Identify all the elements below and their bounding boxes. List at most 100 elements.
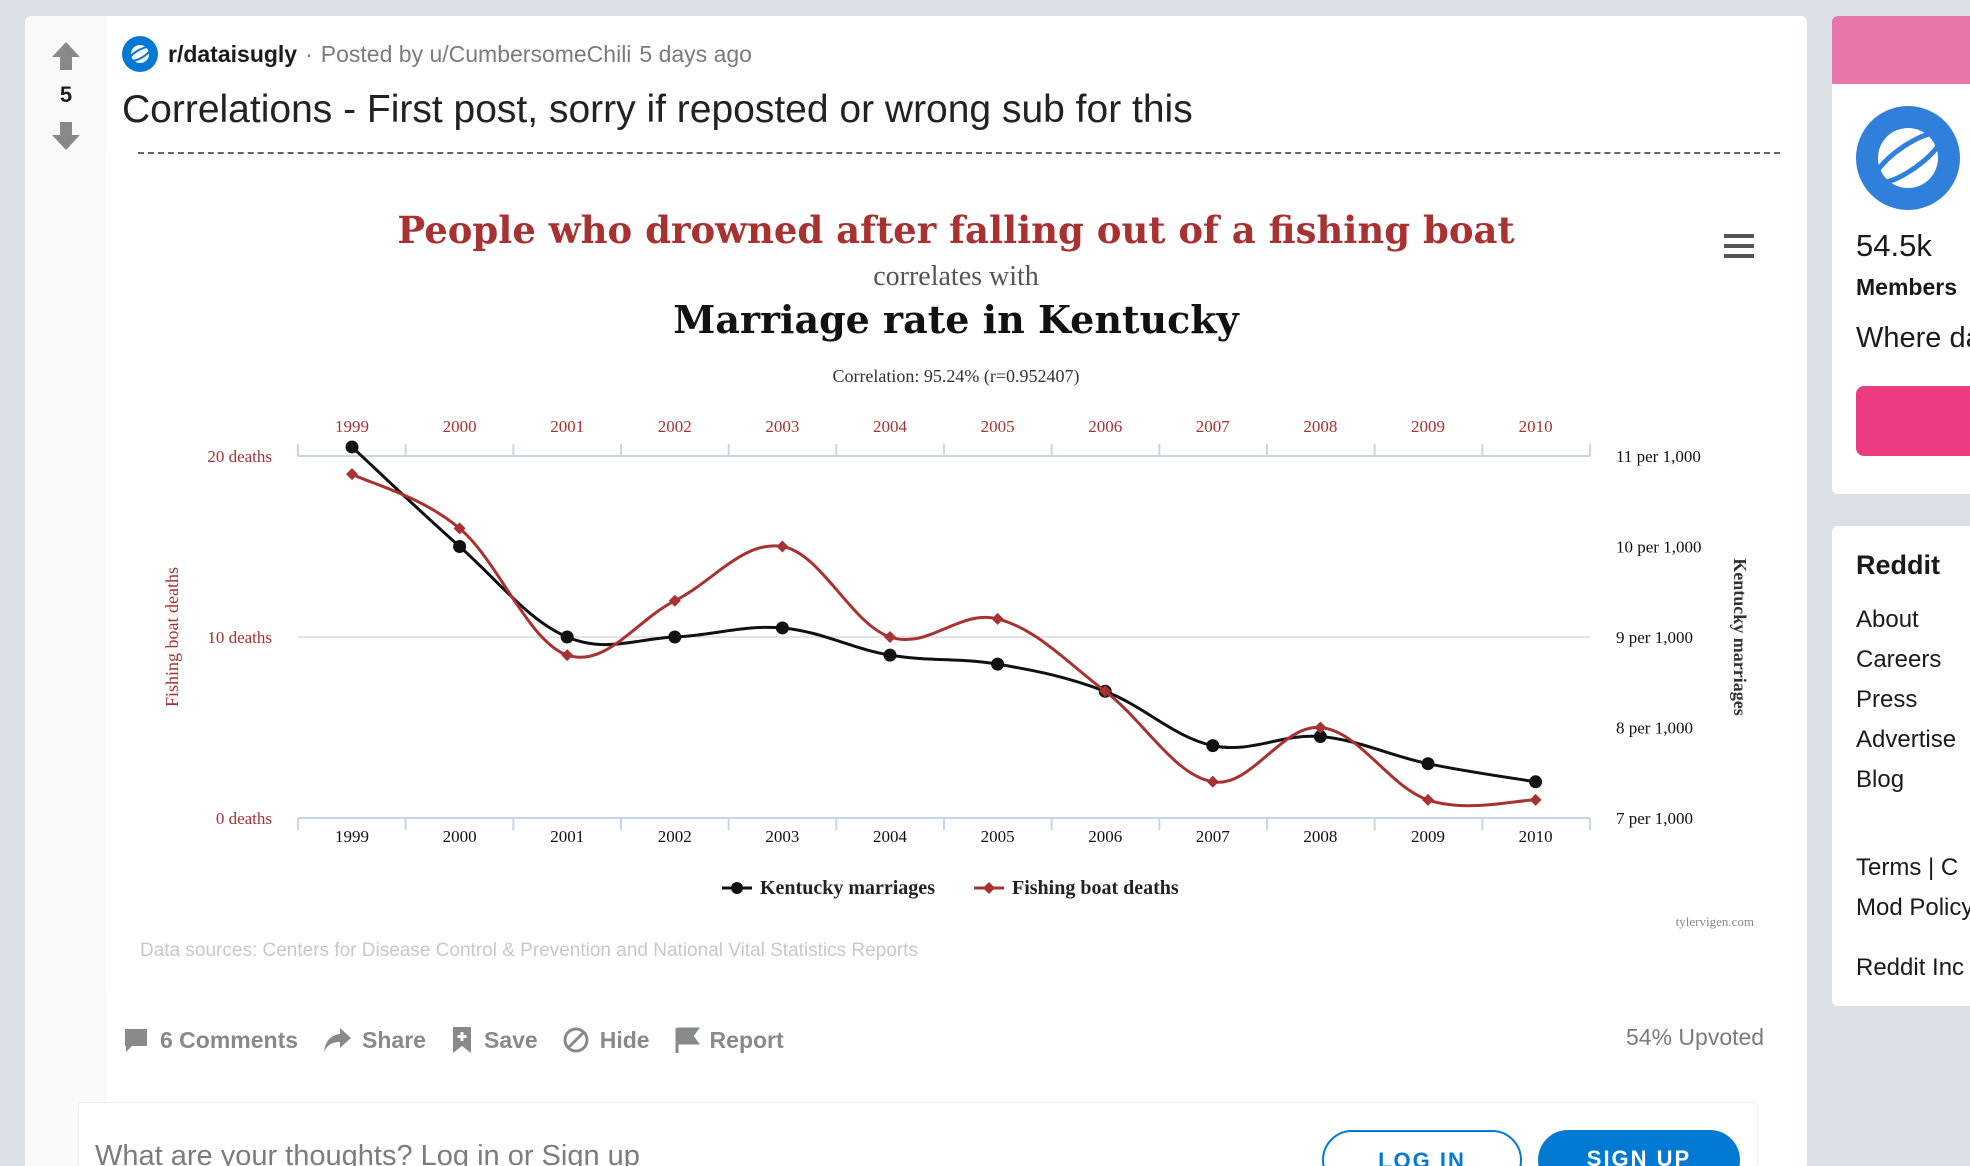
upvote-arrow-icon[interactable]	[50, 40, 82, 72]
chart-credit: tylervigen.com	[1676, 914, 1754, 929]
series-marriages-point	[775, 621, 789, 635]
x-tick-label-top: 2006	[1088, 417, 1122, 436]
series-marriages-point	[991, 657, 1005, 671]
y-right-tick-label: 7 per 1,000	[1616, 809, 1693, 828]
y-right-tick-label: 11 per 1,000	[1616, 447, 1701, 466]
chart-menu-icon[interactable]	[1724, 234, 1754, 258]
report-label: Report	[709, 1026, 784, 1053]
x-tick-label-bottom: 2007	[1196, 827, 1231, 846]
x-tick-label-bottom: 2008	[1303, 827, 1337, 846]
legend-fishing-label: Fishing boat deaths	[1012, 877, 1179, 899]
correlation-chart: People who drowned after falling out of …	[106, 152, 1806, 998]
series-marriages-point	[560, 630, 574, 644]
post-meta: r/dataisugly · Posted by u/CumbersomeChi…	[122, 36, 752, 72]
comments-label: 6 Comments	[160, 1026, 299, 1053]
series-marriages-point	[668, 630, 682, 644]
post-media[interactable]: People who drowned after falling out of …	[106, 152, 1806, 998]
community-banner	[1832, 16, 1970, 84]
downvote-arrow-icon[interactable]	[50, 120, 82, 152]
series-marriages-point	[1529, 775, 1543, 789]
x-tick-label-top: 2010	[1519, 417, 1553, 436]
signup-button[interactable]: SIGN UP	[1538, 1130, 1740, 1166]
chart-title: People who drowned after falling out of …	[397, 208, 1514, 252]
hide-label: Hide	[599, 1026, 650, 1053]
x-tick-label-bottom: 2001	[550, 827, 584, 846]
link-mod-policy[interactable]: Mod Policy	[1856, 894, 1970, 922]
posted-time: 5 days ago	[639, 40, 752, 67]
members-label: Members	[1856, 274, 1957, 300]
login-button[interactable]: LOG IN	[1322, 1130, 1522, 1166]
x-tick-label-top: 2005	[981, 417, 1015, 436]
legend-marriages-label: Kentucky marriages	[760, 877, 935, 899]
reddit-heading: Reddit	[1856, 550, 1940, 580]
share-button[interactable]: Share	[322, 1026, 426, 1054]
chart-title-2: Marriage rate in Kentucky	[673, 297, 1239, 342]
company-name: Reddit Inc	[1856, 954, 1965, 981]
x-tick-label-top: 2009	[1411, 417, 1445, 436]
legend-marriages-marker	[731, 882, 743, 894]
x-tick-label-bottom: 2004	[873, 827, 908, 846]
series-marriages-point	[1206, 739, 1220, 753]
flag-icon	[675, 1027, 700, 1053]
y-left-tick-label: 0 deaths	[216, 809, 272, 828]
link-terms[interactable]: Terms | C	[1856, 854, 1958, 882]
x-tick-label-bottom: 2003	[765, 827, 799, 846]
x-tick-label-bottom: 2009	[1411, 827, 1445, 846]
x-tick-label-bottom: 2002	[658, 827, 692, 846]
link-about[interactable]: About	[1856, 606, 1919, 634]
x-tick-label-top: 2008	[1303, 417, 1337, 436]
y-left-tick-label: 20 deaths	[207, 447, 272, 466]
post-actions: 6 Comments Share Save Hide Report	[122, 1018, 808, 1062]
members-count: 54.5k	[1856, 228, 1932, 263]
x-tick-label-top: 2007	[1196, 417, 1231, 436]
link-blog[interactable]: Blog	[1856, 766, 1904, 794]
vote-column	[25, 16, 107, 1166]
x-tick-label-top: 2003	[765, 417, 799, 436]
y-right-tick-label: 10 per 1,000	[1616, 538, 1701, 557]
x-tick-label-bottom: 2005	[981, 827, 1015, 846]
subreddit-link[interactable]: r/dataisugly	[168, 41, 297, 68]
x-tick-label-bottom: 1999	[335, 827, 369, 846]
chart-correlation: Correlation: 95.24% (r=0.952407)	[832, 366, 1079, 387]
community-planet-icon[interactable]	[1856, 106, 1960, 210]
series-marriages-point	[453, 540, 467, 553]
save-button[interactable]: Save	[450, 1025, 538, 1055]
link-careers[interactable]: Careers	[1856, 646, 1941, 674]
y-left-tick-label: 10 deaths	[207, 628, 272, 647]
x-tick-label-top: 2002	[658, 417, 692, 436]
source-note: Data sources: Centers for Disease Contro…	[140, 940, 918, 961]
x-tick-label-bottom: 2000	[443, 827, 477, 846]
posted-by[interactable]: Posted by u/CumbersomeChili	[321, 41, 632, 68]
series-marriages-point	[883, 648, 897, 662]
x-tick-label-top: 2000	[443, 417, 477, 436]
upvote-ratio: 54% Upvoted	[1626, 1024, 1765, 1050]
x-tick-label-top: 2004	[873, 417, 908, 436]
media-divider	[138, 152, 1780, 154]
post-title[interactable]: Correlations - First post, sorry if repo…	[122, 88, 1193, 132]
subreddit-planet-icon[interactable]	[122, 36, 158, 72]
y-right-tick-label: 8 per 1,000	[1616, 719, 1693, 738]
chart-subtitle: correlates with	[873, 261, 1039, 292]
link-advertise[interactable]: Advertise	[1856, 726, 1956, 754]
hide-button[interactable]: Hide	[562, 1026, 650, 1054]
meta-separator: ·	[305, 40, 313, 67]
share-label: Share	[362, 1026, 426, 1053]
series-marriages-point	[345, 440, 359, 454]
x-tick-label-top: 2001	[550, 417, 584, 436]
x-tick-label-bottom: 2010	[1519, 827, 1553, 846]
reddit-links-card: Reddit About Careers Press Advertise Blo…	[1832, 526, 1970, 1006]
series-marriages-point	[1421, 757, 1435, 771]
bookmark-icon	[452, 1027, 471, 1053]
hide-icon	[563, 1027, 589, 1053]
save-label: Save	[483, 1026, 538, 1053]
comment-prompt: What are your thoughts? Log in or Sign u…	[95, 1140, 640, 1166]
link-press[interactable]: Press	[1856, 686, 1917, 714]
join-button[interactable]	[1856, 386, 1970, 456]
report-button[interactable]: Report	[674, 1026, 784, 1054]
y-axis-left-label: Fishing boat deaths	[162, 567, 182, 707]
share-icon	[324, 1028, 352, 1052]
x-tick-label-bottom: 2006	[1088, 827, 1122, 846]
comments-button[interactable]: 6 Comments	[122, 1026, 298, 1054]
x-tick-label-top: 1999	[335, 417, 369, 436]
y-right-tick-label: 9 per 1,000	[1616, 628, 1693, 647]
